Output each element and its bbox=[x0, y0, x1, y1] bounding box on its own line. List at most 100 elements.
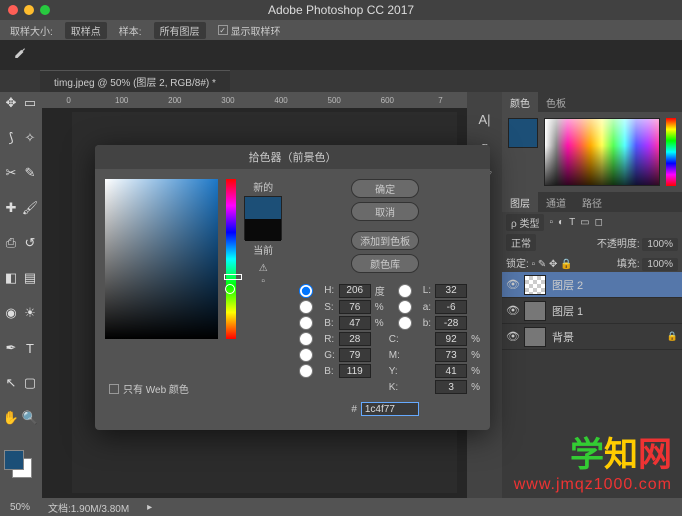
layer-row[interactable]: 👁 图层 2 bbox=[502, 272, 682, 298]
r-input[interactable] bbox=[339, 332, 371, 346]
zoom-level[interactable]: 50% bbox=[10, 502, 30, 513]
brush-tool[interactable]: 🖌 bbox=[21, 199, 39, 217]
eye-icon[interactable]: 👁 bbox=[506, 330, 518, 343]
r-radio[interactable] bbox=[290, 332, 322, 346]
character-panel-icon[interactable]: A| bbox=[478, 112, 490, 127]
filter-type-icon[interactable]: T bbox=[569, 217, 575, 228]
tab-swatches[interactable]: 色板 bbox=[538, 92, 574, 112]
hex-input[interactable] bbox=[361, 402, 419, 416]
crop-tool[interactable]: ✂ bbox=[2, 164, 20, 182]
gradient-tool[interactable]: ▤ bbox=[21, 269, 39, 287]
h-radio[interactable] bbox=[290, 284, 322, 298]
layer-thumb bbox=[524, 275, 546, 295]
bb-radio[interactable] bbox=[290, 316, 322, 330]
tab-paths[interactable]: 路径 bbox=[574, 192, 610, 212]
a-radio[interactable] bbox=[389, 300, 421, 314]
layer-kind-filter[interactable]: ρ 类型 bbox=[506, 214, 544, 231]
k-input[interactable] bbox=[435, 380, 467, 394]
eye-icon[interactable]: 👁 bbox=[506, 304, 518, 317]
filter-adjust-icon[interactable]: ◐ bbox=[558, 217, 564, 228]
s-radio[interactable] bbox=[290, 300, 322, 314]
shape-tool[interactable]: ▢ bbox=[21, 374, 39, 392]
blend-mode-select[interactable]: 正常 bbox=[506, 234, 536, 251]
web-only-checkbox[interactable]: 只有 Web 颜色 bbox=[109, 381, 189, 396]
filter-pixel-icon[interactable]: ▫ bbox=[549, 217, 553, 228]
c-input[interactable] bbox=[435, 332, 467, 346]
cancel-button[interactable]: 取消 bbox=[351, 202, 419, 221]
color-field[interactable] bbox=[105, 179, 218, 339]
s-input[interactable] bbox=[339, 300, 371, 314]
b-input[interactable] bbox=[339, 364, 371, 378]
sample-size-select[interactable]: 取样点 bbox=[65, 22, 107, 39]
heal-tool[interactable]: ✚ bbox=[2, 199, 20, 217]
websafe-icon[interactable]: ▫ bbox=[261, 276, 265, 287]
type-tool[interactable]: T bbox=[21, 339, 39, 357]
g-radio[interactable] bbox=[290, 348, 322, 362]
opacity-input[interactable]: 100% bbox=[642, 238, 678, 251]
layer-name[interactable]: 背景 bbox=[552, 329, 574, 345]
doc-size: 文档:1.90M/3.80M bbox=[48, 500, 129, 515]
b2-input[interactable] bbox=[435, 316, 467, 330]
document-tab[interactable]: timg.jpeg @ 50% (图层 2, RGB/8#) * bbox=[40, 70, 230, 92]
pen-tool[interactable]: ✒ bbox=[2, 339, 20, 357]
l-radio[interactable] bbox=[389, 284, 421, 298]
g-input[interactable] bbox=[339, 348, 371, 362]
hue-pointer[interactable] bbox=[224, 274, 242, 280]
watermark: 学知网 www.jmqz1000.com bbox=[514, 427, 672, 494]
color-panel-swatch[interactable] bbox=[508, 118, 538, 148]
sample-select[interactable]: 所有图层 bbox=[154, 22, 206, 39]
marquee-tool[interactable]: ▭ bbox=[21, 94, 39, 112]
ok-button[interactable]: 确定 bbox=[351, 179, 419, 198]
m-input[interactable] bbox=[435, 348, 467, 362]
ruler-horizontal: 0 100 200 300 400 500 600 7 bbox=[42, 92, 467, 108]
document-tabbar: timg.jpeg @ 50% (图层 2, RGB/8#) * bbox=[0, 70, 682, 92]
y-input[interactable] bbox=[435, 364, 467, 378]
blur-tool[interactable]: ◉ bbox=[2, 304, 20, 322]
filter-smart-icon[interactable]: ◻ bbox=[595, 217, 603, 228]
eyedropper-icon[interactable] bbox=[10, 46, 28, 64]
tab-channels[interactable]: 通道 bbox=[538, 192, 574, 212]
minimize-window[interactable] bbox=[24, 5, 34, 15]
fill-input[interactable]: 100% bbox=[642, 258, 678, 271]
tab-color[interactable]: 颜色 bbox=[502, 92, 538, 112]
hand-tool[interactable]: ✋ bbox=[2, 409, 20, 427]
eye-icon[interactable]: 👁 bbox=[506, 278, 518, 291]
gamut-warning-icon[interactable]: ⚠ bbox=[259, 263, 268, 274]
status-arrow-icon[interactable]: ▸ bbox=[147, 502, 152, 513]
h-input[interactable] bbox=[339, 284, 371, 298]
tab-layers[interactable]: 图层 bbox=[502, 192, 538, 212]
color-spectrum[interactable] bbox=[544, 118, 660, 186]
b-radio[interactable] bbox=[290, 364, 322, 378]
move-tool[interactable]: ✥ bbox=[2, 94, 20, 112]
path-tool[interactable]: ↖ bbox=[2, 374, 20, 392]
layer-name[interactable]: 图层 2 bbox=[552, 277, 583, 293]
layer-row[interactable]: 👁 背景 🔒 bbox=[502, 324, 682, 350]
maximize-window[interactable] bbox=[40, 5, 50, 15]
stamp-tool[interactable]: ⎙ bbox=[2, 234, 20, 252]
color-libraries-button[interactable]: 颜色库 bbox=[351, 254, 419, 273]
layer-row[interactable]: 👁 图层 1 bbox=[502, 298, 682, 324]
color-hue-strip[interactable] bbox=[666, 118, 676, 186]
zoom-tool[interactable]: 🔍 bbox=[21, 409, 39, 427]
history-brush-tool[interactable]: ↺ bbox=[21, 234, 39, 252]
lock-icons[interactable]: ▫ ✎ ✥ 🔒 bbox=[532, 259, 573, 270]
hue-slider[interactable] bbox=[226, 179, 236, 339]
l-input[interactable] bbox=[435, 284, 467, 298]
lasso-tool[interactable]: ⟆ bbox=[2, 129, 20, 147]
add-swatch-button[interactable]: 添加到色板 bbox=[351, 231, 419, 250]
bb-input[interactable] bbox=[339, 316, 371, 330]
foreground-swatch[interactable] bbox=[4, 450, 24, 470]
wand-tool[interactable]: ✧ bbox=[21, 129, 39, 147]
current-label: 当前 bbox=[253, 242, 273, 257]
dodge-tool[interactable]: ☀ bbox=[21, 304, 39, 322]
close-window[interactable] bbox=[8, 5, 18, 15]
eyedropper-tool[interactable]: ✎ bbox=[21, 164, 39, 182]
filter-shape-icon[interactable]: ▭ bbox=[580, 217, 589, 228]
color-cursor[interactable] bbox=[225, 284, 235, 294]
layer-name[interactable]: 图层 1 bbox=[552, 303, 583, 319]
b2-radio[interactable] bbox=[389, 316, 421, 330]
show-ring-checkbox[interactable]: 显示取样环 bbox=[218, 23, 281, 38]
a-input[interactable] bbox=[435, 300, 467, 314]
color-swatches[interactable] bbox=[2, 450, 40, 480]
eraser-tool[interactable]: ◧ bbox=[2, 269, 20, 287]
